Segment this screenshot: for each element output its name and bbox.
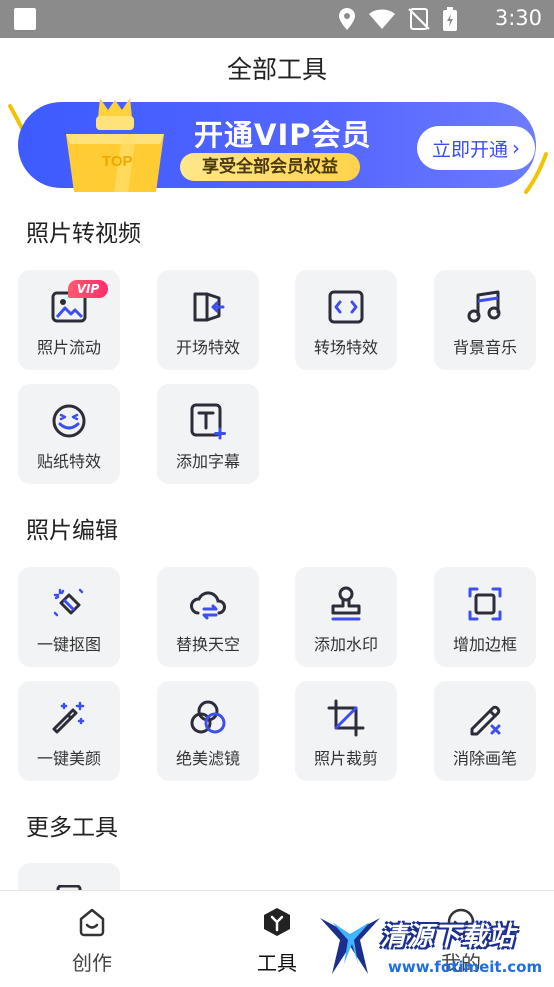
stamp-icon xyxy=(331,586,361,621)
tool-photo-crop[interactable]: 照片裁剪 xyxy=(295,681,397,781)
tool-label: 开场特效 xyxy=(175,338,240,357)
tool-transition-effect[interactable]: 转场特效 xyxy=(295,270,397,370)
vip-badge: VIP xyxy=(68,280,108,298)
tool-label: 转场特效 xyxy=(313,338,378,357)
tool-label: 一键美颜 xyxy=(36,749,101,768)
banner-headline: 开通VIP会员 xyxy=(194,118,372,152)
nav-label: 创作 xyxy=(72,951,112,975)
tool-add-frame[interactable]: 增加边框 xyxy=(434,567,536,667)
section-title-photo-edit: 照片编辑 xyxy=(26,518,118,544)
tool-photo-flow[interactable]: VIP 照片流动 xyxy=(18,270,120,370)
tools-icon xyxy=(264,908,290,936)
open-vip-button[interactable]: 立即开通 › xyxy=(417,126,535,170)
no-signal-icon xyxy=(408,8,430,30)
crop-icon xyxy=(327,699,365,737)
watermark-emblem-icon xyxy=(320,918,380,974)
tool-opening-effect[interactable]: 开场特效 xyxy=(157,270,259,370)
magic-wand-icon xyxy=(52,701,85,734)
watermark-url: www.fotimeit.com xyxy=(388,958,543,976)
section-title-photo-to-video: 照片转视频 xyxy=(26,221,141,247)
watermark-title: 清源下载站 xyxy=(380,922,516,952)
status-icons xyxy=(338,7,458,31)
chevron-right-icon: › xyxy=(512,136,520,160)
svg-text:TOP: TOP xyxy=(102,153,133,170)
tool-sticker-effect[interactable]: 贴纸特效 xyxy=(18,384,120,484)
location-icon xyxy=(339,8,355,30)
open-vip-label: 立即开通 xyxy=(431,138,508,161)
music-note-icon xyxy=(467,290,501,323)
sky-cloud-icon xyxy=(190,591,226,620)
tool-label: 照片裁剪 xyxy=(313,749,378,768)
opening-effect-icon xyxy=(193,292,225,322)
tool-label: 增加边框 xyxy=(452,635,517,654)
tool-one-click-cutout[interactable]: 一键抠图 xyxy=(18,567,120,667)
tool-background-music[interactable]: 背景音乐 xyxy=(434,270,536,370)
tool-replace-sky[interactable]: 替换天空 xyxy=(157,567,259,667)
vip-crown-icon: TOP xyxy=(66,98,164,192)
sticker-face-icon xyxy=(52,404,86,438)
notification-icon xyxy=(14,8,36,30)
status-bar: 3:30 xyxy=(0,0,554,38)
tool-label: 背景音乐 xyxy=(452,338,517,357)
subtitle-icon xyxy=(190,403,226,440)
status-time: 3:30 xyxy=(494,6,542,30)
tool-one-click-beauty[interactable]: 一键美颜 xyxy=(18,681,120,781)
cutout-eraser-icon xyxy=(53,588,84,617)
eraser-brush-icon xyxy=(470,705,501,736)
nav-tools[interactable]: 工具 xyxy=(227,907,327,976)
tool-label: 绝美滤镜 xyxy=(175,749,240,768)
section-title-more-tools: 更多工具 xyxy=(26,815,118,841)
tool-label: 一键抠图 xyxy=(36,635,101,654)
tool-label: 贴纸特效 xyxy=(36,452,101,471)
battery-icon xyxy=(443,7,457,31)
tool-label: 替换天空 xyxy=(175,635,240,654)
watermark-logo: 清源下载站 www.fotimeit.com xyxy=(318,910,542,986)
tool-add-watermark[interactable]: 添加水印 xyxy=(295,567,397,667)
tool-label: 添加水印 xyxy=(313,635,378,654)
tool-label: 添加字幕 xyxy=(175,452,240,471)
tool-beautiful-filter[interactable]: 绝美滤镜 xyxy=(157,681,259,781)
page-title: 全部工具 xyxy=(226,55,327,84)
filter-circles-icon xyxy=(190,700,226,734)
nav-create[interactable]: 创作 xyxy=(42,907,142,976)
nav-label: 工具 xyxy=(257,951,297,975)
wifi-icon xyxy=(369,9,395,29)
banner-subline: 享受全部会员权益 xyxy=(180,153,360,181)
tool-eraser-brush[interactable]: 消除画笔 xyxy=(434,681,536,781)
tool-label: 照片流动 xyxy=(36,338,101,357)
vip-banner[interactable]: TOP 开通VIP会员 享受全部会员权益 立即开通 › xyxy=(18,98,536,192)
create-icon xyxy=(79,908,105,937)
frame-icon xyxy=(468,587,502,621)
tool-label: 消除画笔 xyxy=(452,749,517,768)
transition-icon xyxy=(328,290,364,324)
tool-add-subtitle[interactable]: 添加字幕 xyxy=(157,384,259,484)
